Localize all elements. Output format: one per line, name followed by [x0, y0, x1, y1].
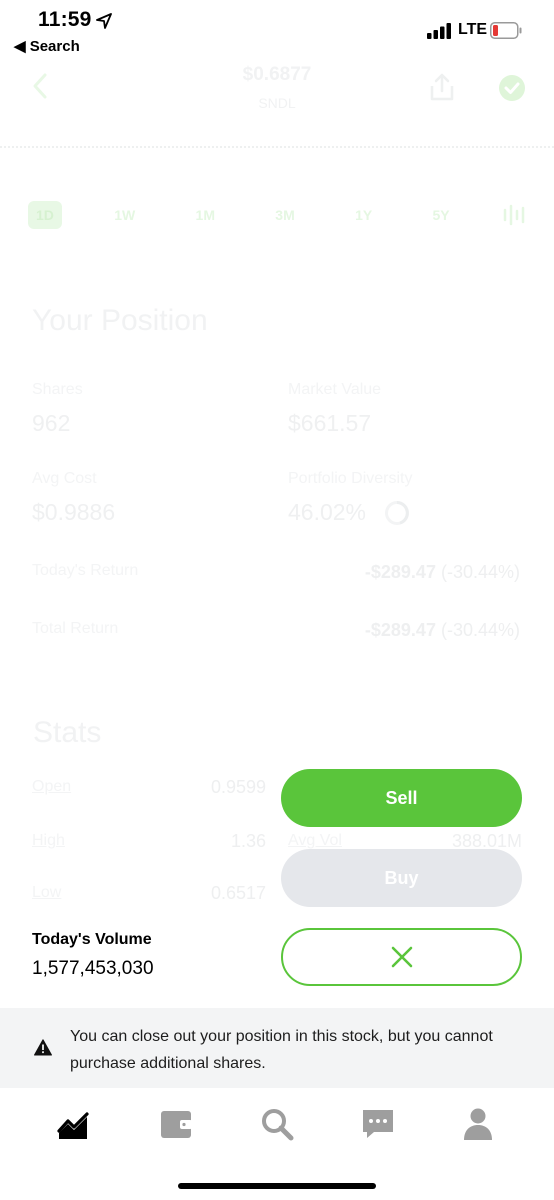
candlestick-chart-icon[interactable] — [502, 204, 528, 226]
total-return-label: Total Return — [32, 620, 119, 637]
stat-high-value: 1.36 — [230, 831, 266, 851]
todays-volume-value: 1,577,453,030 — [32, 958, 154, 979]
range-1y[interactable]: 1Y — [347, 201, 380, 229]
stat-low-label[interactable]: Low — [32, 884, 61, 902]
watchlist-check-icon[interactable] — [498, 74, 526, 102]
close-icon — [391, 946, 412, 968]
range-1w[interactable]: 1W — [106, 201, 143, 229]
stat-high-label[interactable]: High — [32, 832, 65, 850]
chart-baseline — [0, 146, 554, 148]
stat-open-value: 0.9599 — [210, 777, 266, 797]
range-3m[interactable]: 3M — [267, 201, 302, 229]
todays-return-value: -$289.47 (-30.44%) — [280, 562, 520, 583]
total-return-pct: (-30.44%) — [440, 620, 520, 640]
range-1d[interactable]: 1D — [28, 201, 62, 229]
stat-low-value: 0.6517 — [210, 883, 266, 903]
buy-button[interactable]: Buy — [281, 849, 522, 907]
header-price: $0.6877 — [242, 64, 312, 85]
todays-return-pct: (-30.44%) — [440, 562, 520, 582]
stat-open-label[interactable]: Open — [32, 778, 71, 796]
network-type: LTE — [458, 21, 488, 38]
home-indicator — [178, 1183, 376, 1189]
market-value-label: Market Value — [288, 381, 382, 398]
todays-return-amount: -$289.47 — [364, 562, 436, 582]
range-5y[interactable]: 5Y — [425, 201, 458, 229]
sell-button[interactable]: Sell — [281, 769, 522, 827]
total-return-amount: -$289.47 — [364, 620, 436, 640]
share-icon[interactable] — [428, 72, 456, 102]
market-value: $661.57 — [288, 410, 372, 436]
range-1m[interactable]: 1M — [188, 201, 223, 229]
stats-heading: Stats — [33, 716, 102, 749]
back-to-search-link[interactable]: ◀ Search — [14, 37, 80, 55]
header-symbol: SNDL — [258, 95, 296, 111]
diversity-value: 46.02% — [288, 499, 367, 525]
messages-tab-icon[interactable] — [360, 1106, 396, 1142]
cellular-signal-icon — [427, 23, 451, 39]
stat-avg-vol-label[interactable]: Avg Vol — [288, 832, 342, 850]
close-menu-button[interactable] — [281, 928, 522, 986]
diversity-ring-icon — [385, 501, 409, 525]
notice-text: You can close out your position in this … — [70, 1028, 493, 1072]
todays-return-label: Today's Return — [32, 562, 139, 579]
investing-tab-icon[interactable] — [56, 1106, 92, 1142]
shares-label: Shares — [32, 381, 83, 398]
location-arrow-icon — [96, 13, 112, 29]
diversity-label: Portfolio Diversity — [288, 470, 413, 487]
avg-cost-label: Avg Cost — [32, 470, 97, 487]
account-tab-icon[interactable] — [460, 1106, 496, 1142]
position-heading: Your Position — [32, 304, 208, 337]
search-tab-icon[interactable] — [259, 1106, 295, 1142]
shares-value: 962 — [32, 410, 71, 436]
todays-volume-label: Today's Volume — [32, 931, 152, 948]
avg-cost-value: $0.9886 — [32, 499, 116, 525]
battery-icon — [490, 22, 522, 39]
range-selector: 1D 1W 1M 3M 1Y 5Y — [28, 200, 528, 230]
total-return-value: -$289.47 (-30.44%) — [280, 620, 520, 641]
status-time: 11:59 — [38, 8, 92, 31]
warning-icon — [34, 1039, 52, 1056]
wallet-tab-icon[interactable] — [158, 1106, 194, 1142]
